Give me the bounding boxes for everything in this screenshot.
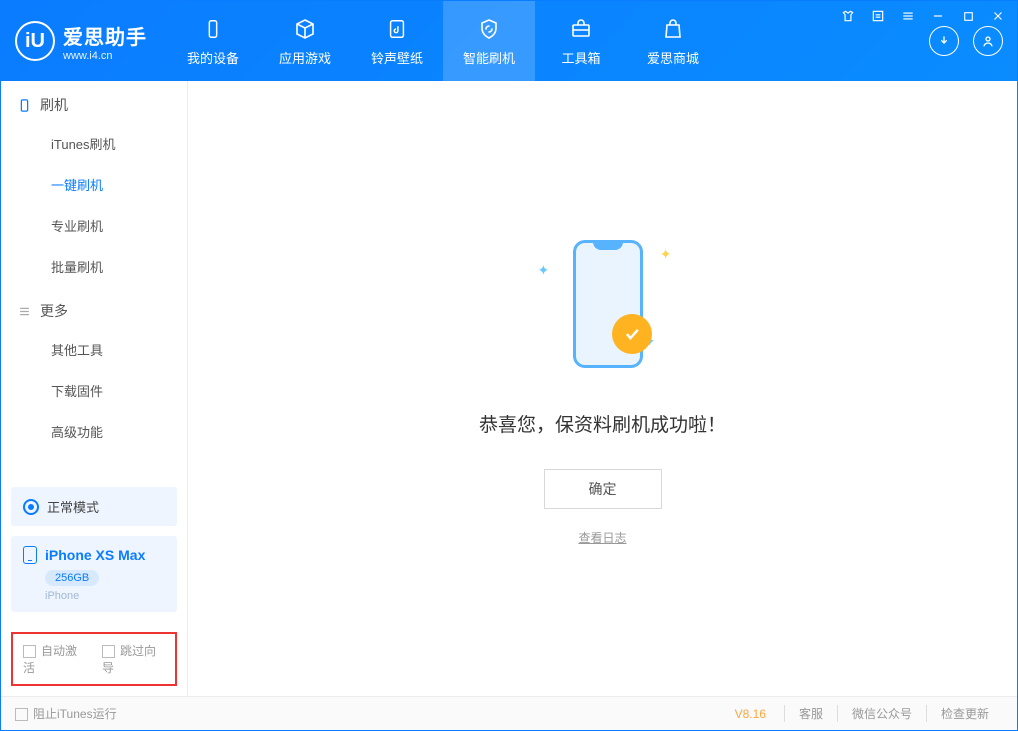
list-icon[interactable] bbox=[869, 7, 887, 25]
success-illustration: ✦ ✦ ✦ bbox=[528, 232, 678, 382]
sidebar-item-other-tools[interactable]: 其他工具 bbox=[1, 329, 187, 370]
view-log-link[interactable]: 查看日志 bbox=[578, 529, 626, 546]
checkbox-auto-activate[interactable]: 自动激活 bbox=[23, 642, 86, 676]
music-file-icon bbox=[384, 16, 410, 42]
nav-label: 爱思商城 bbox=[647, 48, 699, 67]
bag-icon bbox=[660, 16, 686, 42]
nav-label: 智能刷机 bbox=[463, 48, 515, 67]
user-icon[interactable] bbox=[973, 26, 1003, 56]
sidebar-item-onekey-flash[interactable]: 一键刷机 bbox=[1, 164, 187, 205]
sidebar-item-batch-flash[interactable]: 批量刷机 bbox=[1, 246, 187, 287]
app-name: 爱思助手 bbox=[63, 21, 147, 50]
menu-icon[interactable] bbox=[899, 7, 917, 25]
device-icon bbox=[200, 16, 226, 42]
list-icon bbox=[17, 304, 32, 319]
shirt-icon[interactable] bbox=[839, 7, 857, 25]
body: 刷机 iTunes刷机 一键刷机 专业刷机 批量刷机 更多 其他工具 下载固件 … bbox=[1, 81, 1017, 696]
checkmark-badge-icon bbox=[612, 314, 652, 354]
device-box[interactable]: iPhone XS Max 256GB iPhone bbox=[11, 536, 177, 612]
device-type: iPhone bbox=[45, 590, 165, 602]
footer: 阻止iTunes运行 V8.16 客服 微信公众号 检查更新 bbox=[1, 696, 1017, 730]
nav-flash[interactable]: 智能刷机 bbox=[443, 1, 535, 81]
nav-apps[interactable]: 应用游戏 bbox=[259, 1, 351, 81]
toolbox-icon bbox=[568, 16, 594, 42]
app-site: www.i4.cn bbox=[63, 50, 147, 62]
footer-link-update[interactable]: 检查更新 bbox=[926, 705, 1003, 722]
close-button[interactable] bbox=[989, 7, 1007, 25]
sparkle-icon: ✦ bbox=[538, 262, 550, 279]
nav-label: 铃声壁纸 bbox=[371, 48, 423, 67]
main-nav: 我的设备 应用游戏 铃声壁纸 智能刷机 工具箱 爱思商城 bbox=[167, 1, 719, 81]
mode-label: 正常模式 bbox=[47, 497, 99, 516]
header-actions bbox=[929, 26, 1003, 56]
nav-ringtones[interactable]: 铃声壁纸 bbox=[351, 1, 443, 81]
sparkle-icon: ✦ bbox=[660, 246, 672, 263]
nav-my-device[interactable]: 我的设备 bbox=[167, 1, 259, 81]
download-icon[interactable] bbox=[929, 26, 959, 56]
minimize-button[interactable] bbox=[929, 7, 947, 25]
footer-link-support[interactable]: 客服 bbox=[784, 705, 837, 722]
checkbox-block-itunes[interactable]: 阻止iTunes运行 bbox=[15, 705, 117, 722]
sidebar-item-download-firmware[interactable]: 下载固件 bbox=[1, 370, 187, 411]
nav-label: 应用游戏 bbox=[279, 48, 331, 67]
shield-sync-icon bbox=[476, 16, 502, 42]
device-name: iPhone XS Max bbox=[45, 547, 145, 563]
sidebar: 刷机 iTunes刷机 一键刷机 专业刷机 批量刷机 更多 其他工具 下载固件 … bbox=[1, 81, 188, 696]
mode-box[interactable]: 正常模式 bbox=[11, 487, 177, 526]
sidebar-item-itunes-flash[interactable]: iTunes刷机 bbox=[1, 123, 187, 164]
section-title: 更多 bbox=[40, 301, 68, 321]
success-message: 恭喜您，保资料刷机成功啦！ bbox=[479, 410, 726, 437]
window-controls bbox=[839, 7, 1007, 25]
nav-label: 工具箱 bbox=[561, 48, 600, 67]
footer-link-wechat[interactable]: 微信公众号 bbox=[837, 705, 926, 722]
header: iU 爱思助手 www.i4.cn 我的设备 应用游戏 铃声壁纸 智能刷机 bbox=[1, 1, 1017, 81]
nav-label: 我的设备 bbox=[187, 48, 239, 67]
logo-icon: iU bbox=[15, 21, 55, 61]
section-title: 刷机 bbox=[40, 95, 68, 115]
device-capacity: 256GB bbox=[45, 570, 99, 586]
maximize-button[interactable] bbox=[959, 7, 977, 25]
mode-dot-icon bbox=[23, 499, 39, 515]
nav-store[interactable]: 爱思商城 bbox=[627, 1, 719, 81]
sidebar-item-pro-flash[interactable]: 专业刷机 bbox=[1, 205, 187, 246]
ok-button[interactable]: 确定 bbox=[544, 469, 662, 509]
main-content: ✦ ✦ ✦ 恭喜您，保资料刷机成功啦！ 确定 查看日志 bbox=[188, 81, 1017, 696]
sidebar-item-advanced[interactable]: 高级功能 bbox=[1, 411, 187, 452]
checkbox-skip-guide[interactable]: 跳过向导 bbox=[102, 642, 165, 676]
nav-toolbox[interactable]: 工具箱 bbox=[535, 1, 627, 81]
phone-icon bbox=[23, 546, 37, 564]
phone-icon bbox=[17, 98, 32, 113]
checkbox-row-highlighted: 自动激活 跳过向导 bbox=[11, 632, 177, 686]
version-label: V8.16 bbox=[735, 707, 766, 721]
app-window: iU 爱思助手 www.i4.cn 我的设备 应用游戏 铃声壁纸 智能刷机 bbox=[0, 0, 1018, 731]
sidebar-section-more: 更多 bbox=[1, 287, 187, 329]
cube-icon bbox=[292, 16, 318, 42]
sidebar-lower: 正常模式 iPhone XS Max 256GB iPhone bbox=[1, 477, 187, 622]
logo: iU 爱思助手 www.i4.cn bbox=[15, 21, 147, 62]
sidebar-section-flash: 刷机 bbox=[1, 81, 187, 123]
